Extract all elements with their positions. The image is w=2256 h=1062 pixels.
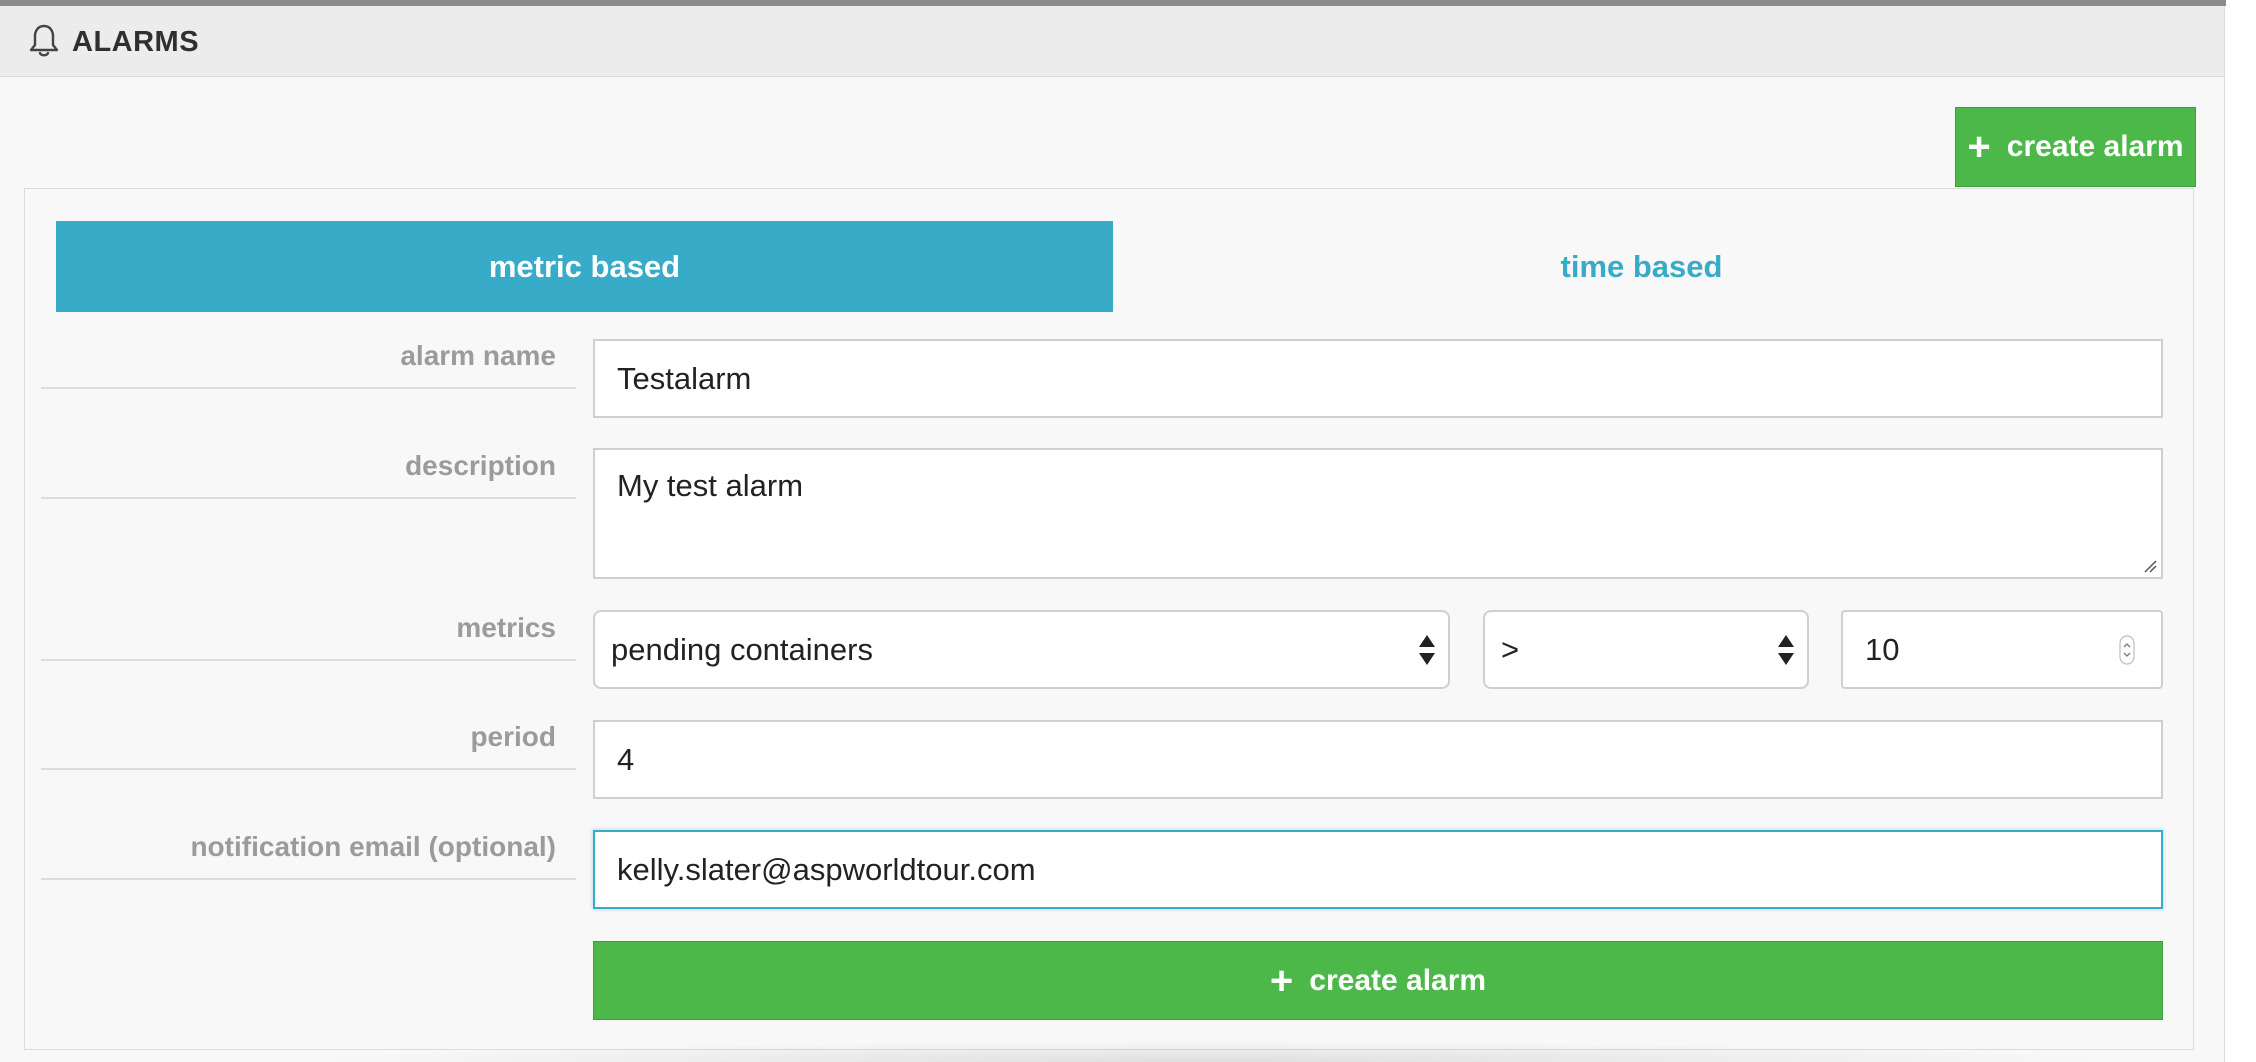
period-value: 4 [617,741,635,777]
number-spinner-icon[interactable] [2119,634,2135,665]
panel-header: ALARMS [0,6,2224,77]
tab-time-based[interactable]: time based [1113,221,2170,312]
operator-select-value: > [1501,631,1520,667]
alarm-form: metric based time based alarm name Testa… [24,188,2194,1050]
description-value: My test alarm [617,468,804,503]
select-arrows-icon [1419,634,1435,665]
alarm-name-value: Testalarm [617,360,752,396]
period-input[interactable]: 4 [593,720,2163,799]
create-alarm-label: create alarm [2006,130,2184,163]
email-value: kelly.slater@aspworldtour.com [617,851,1036,887]
alarms-panel: ALARMS + create alarm metric based time … [0,6,2225,1062]
threshold-value: 10 [1865,631,1900,667]
create-alarm-button-top[interactable]: + create alarm [1955,107,2196,187]
threshold-input[interactable]: 10 [1841,610,2163,689]
operator-select[interactable]: > [1483,610,1809,689]
alarms-page: ALARMS + create alarm metric based time … [0,0,2256,1062]
alarm-name-field[interactable]: Testalarm [593,339,2163,418]
plus-icon: + [1269,958,1294,1003]
description-label: description [41,451,576,499]
notification-email-input[interactable]: kelly.slater@aspworldtour.com [593,830,2163,909]
metric-select[interactable]: pending containers [593,610,1450,689]
email-label: notification email (optional) [41,832,576,880]
select-arrows-icon [1778,634,1794,665]
resize-grip-icon[interactable] [2143,559,2157,573]
period-label: period [41,722,576,770]
plus-icon: + [1967,125,1991,169]
bell-icon [29,24,59,57]
description-textarea[interactable]: My test alarm [593,448,2163,579]
create-alarm-button[interactable]: + create alarm [593,941,2163,1020]
metric-select-value: pending containers [611,631,873,667]
alarm-name-label: alarm name [41,341,576,389]
tab-metric-based[interactable]: metric based [56,221,1113,312]
create-alarm-label: create alarm [1309,963,1487,997]
panel-shadow [300,1041,2120,1062]
page-title: ALARMS [72,26,200,58]
metrics-label: metrics [41,613,576,661]
